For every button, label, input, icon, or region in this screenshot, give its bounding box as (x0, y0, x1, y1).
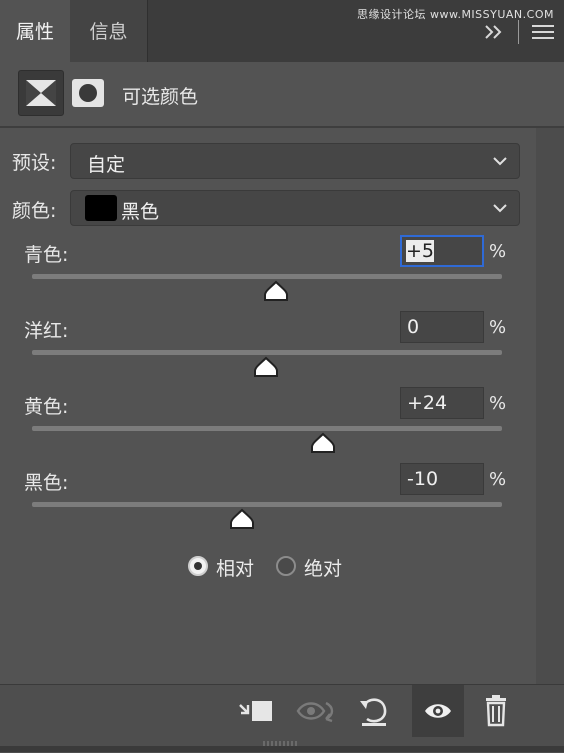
color-swatch (85, 195, 117, 221)
adjustment-title: 可选颜色 (122, 86, 199, 108)
chevron-down-icon (493, 157, 507, 166)
preset-label: 预设: (12, 152, 57, 174)
adjustment-header: 可选颜色 (0, 62, 564, 128)
slider-label: 黑色: (24, 472, 69, 494)
chevron-down-icon (493, 204, 507, 213)
percent-sign: % (489, 393, 507, 414)
tab-bar: 属性 信息 思缘设计论坛 www.MISSYUAN.COM (0, 0, 564, 62)
slider-track[interactable] (32, 274, 502, 279)
cyan-value-field[interactable]: +5 (400, 235, 484, 267)
tab-properties[interactable]: 属性 (0, 0, 70, 62)
adjustment-layer-icon[interactable] (18, 70, 64, 116)
slider-track[interactable] (32, 350, 502, 355)
slider-label: 黄色: (24, 396, 69, 418)
color-value: 黑色 (121, 201, 160, 223)
slider-label: 洋红: (24, 320, 69, 342)
percent-sign: % (489, 241, 507, 262)
radio-selected-indicator (188, 556, 208, 576)
black-value-field[interactable]: -10 (400, 463, 484, 495)
percent-sign: % (489, 317, 507, 338)
slider-thumb[interactable] (310, 432, 336, 454)
footer-toolbar (0, 684, 564, 753)
visibility-eye-icon (425, 704, 451, 718)
slider-track[interactable] (32, 426, 502, 431)
radio-label: 相对 (216, 558, 255, 580)
tab-info[interactable]: 信息 (70, 0, 148, 62)
watermark: 思缘设计论坛 www.MISSYUAN.COM (356, 8, 554, 21)
color-label: 颜色: (12, 200, 57, 222)
slider-track[interactable] (32, 502, 502, 507)
radio-unselected-indicator (276, 556, 296, 576)
preset-value: 自定 (87, 154, 126, 176)
slider-thumb[interactable] (263, 280, 289, 302)
view-previous-state-icon[interactable] (296, 693, 336, 729)
clip-to-layer-icon[interactable] (236, 693, 276, 729)
slider-thumb[interactable] (229, 508, 255, 530)
layer-mask-icon[interactable] (72, 79, 104, 107)
slider-label: 青色: (24, 244, 69, 266)
panel-menu-icon[interactable] (532, 24, 554, 40)
tabbar-divider (518, 20, 519, 44)
preset-select[interactable]: 自定 (70, 143, 520, 179)
trash-icon[interactable] (478, 693, 518, 729)
panel-bottom-edge (0, 746, 564, 752)
visibility-toggle-button[interactable] (412, 685, 464, 737)
radio-label: 绝对 (304, 558, 343, 580)
slider-thumb[interactable] (253, 356, 279, 378)
reset-icon[interactable] (354, 693, 394, 729)
scrollbar[interactable] (536, 128, 564, 684)
yellow-value-field[interactable]: +24 (400, 387, 484, 419)
percent-sign: % (489, 469, 507, 490)
color-select[interactable]: 黑色 (70, 190, 520, 226)
double-chevron-icon[interactable] (484, 24, 504, 40)
magenta-value-field[interactable]: 0 (400, 311, 484, 343)
